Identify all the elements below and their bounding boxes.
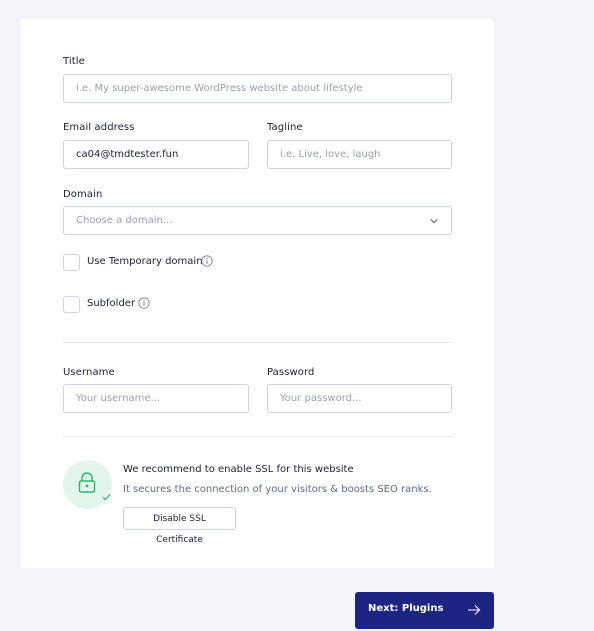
tagline-input[interactable]: i.e. Live, love, laugh	[267, 140, 452, 169]
domain-select[interactable]: Choose a domain...	[63, 206, 452, 235]
username-input[interactable]: Your username...	[63, 384, 249, 413]
title-input[interactable]: i.e. My super-awesome WordPress website …	[63, 74, 452, 103]
username-label: Username	[63, 367, 115, 378]
subfolder-checkbox[interactable]	[63, 296, 80, 313]
arrow-right-icon	[468, 605, 481, 615]
section-divider	[63, 436, 452, 437]
info-icon[interactable]	[138, 297, 150, 309]
info-icon[interactable]	[201, 255, 213, 267]
check-icon	[102, 494, 111, 501]
lock-icon	[78, 472, 96, 493]
tagline-label: Tagline	[267, 122, 303, 133]
next-button-label: Next: Plugins	[368, 603, 444, 614]
subfolder-label: Subfolder	[87, 298, 136, 309]
section-divider	[63, 342, 452, 343]
email-label: Email address	[63, 122, 135, 133]
site-settings-card: Title i.e. My super-awesome WordPress we…	[21, 19, 494, 568]
domain-label: Domain	[63, 189, 103, 200]
domain-select-value: Choose a domain...	[76, 215, 173, 226]
ssl-icon-badge	[63, 460, 112, 509]
next-plugins-button[interactable]: Next: Plugins	[355, 592, 494, 629]
temp-domain-checkbox[interactable]	[63, 254, 80, 271]
temp-domain-label: Use Temporary domain	[87, 256, 203, 267]
disable-ssl-button[interactable]: Disable SSL Certificate	[123, 507, 236, 545]
ssl-recommendation-subtitle: It secures the connection of your visito…	[123, 484, 432, 495]
password-label: Password	[267, 367, 315, 378]
title-label: Title	[63, 56, 85, 67]
email-input[interactable]: ca04@tmdtester.fun	[63, 140, 249, 169]
password-input[interactable]: Your password...	[267, 384, 452, 413]
chevron-down-icon	[430, 218, 438, 224]
ssl-recommendation-title: We recommend to enable SSL for this webs…	[123, 464, 354, 475]
